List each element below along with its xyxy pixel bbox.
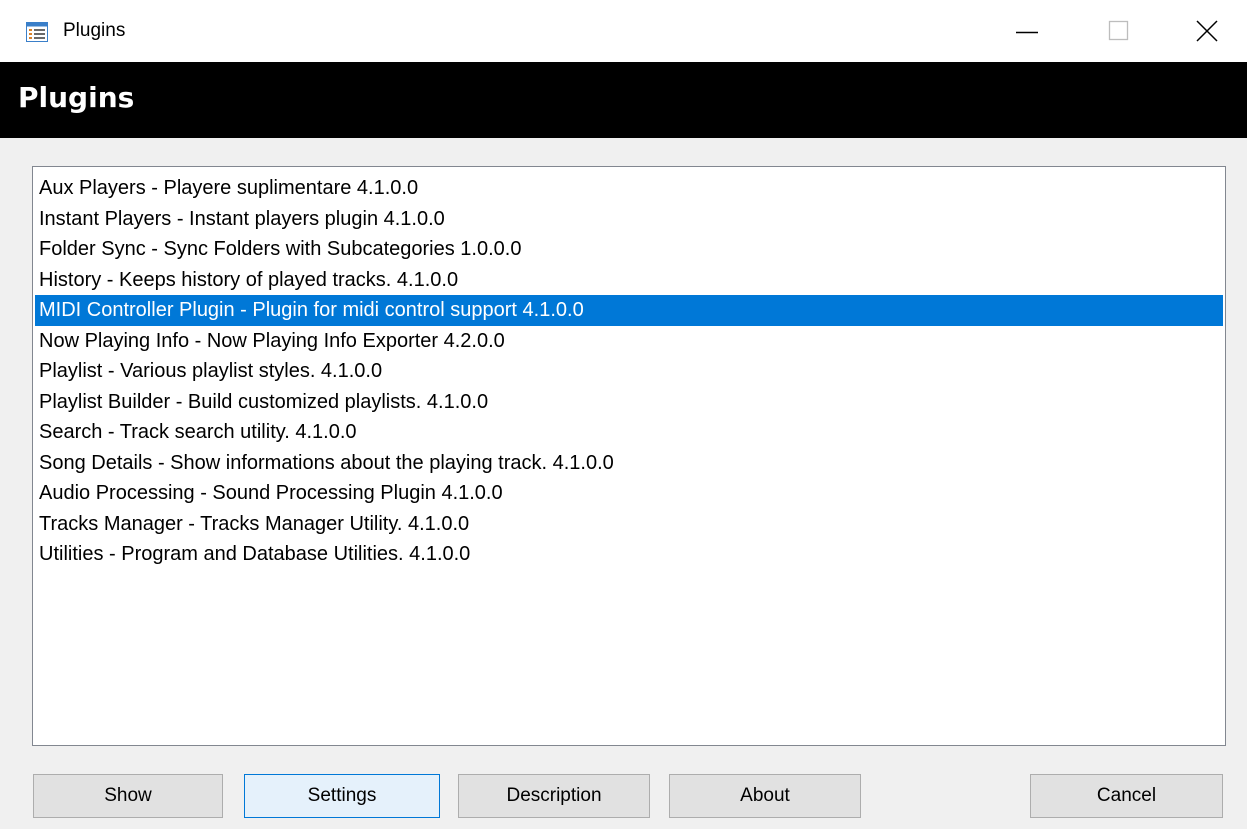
- show-button[interactable]: Show: [33, 774, 223, 818]
- plugin-list-item[interactable]: Aux Players - Playere suplimentare 4.1.0…: [35, 173, 1223, 204]
- list-window-icon: [26, 22, 48, 42]
- plugin-list-item[interactable]: Playlist - Various playlist styles. 4.1.…: [35, 356, 1223, 387]
- plugin-list-item[interactable]: Search - Track search utility. 4.1.0.0: [35, 417, 1223, 448]
- plugin-list[interactable]: Aux Players - Playere suplimentare 4.1.0…: [32, 166, 1226, 746]
- plugin-list-item[interactable]: Utilities - Program and Database Utiliti…: [35, 539, 1223, 570]
- minimize-button[interactable]: [987, 0, 1067, 62]
- plugin-list-item[interactable]: Song Details - Show informations about t…: [35, 448, 1223, 479]
- about-button[interactable]: About: [669, 774, 861, 818]
- plugin-list-item[interactable]: Instant Players - Instant players plugin…: [35, 204, 1223, 235]
- plugin-list-item[interactable]: Audio Processing - Sound Processing Plug…: [35, 478, 1223, 509]
- plugin-list-item[interactable]: Folder Sync - Sync Folders with Subcateg…: [35, 234, 1223, 265]
- maximize-button[interactable]: [1079, 0, 1159, 62]
- close-icon: [1196, 20, 1218, 42]
- maximize-icon: [1108, 20, 1129, 41]
- plugin-list-item[interactable]: History - Keeps history of played tracks…: [35, 265, 1223, 296]
- title-bar[interactable]: Plugins: [0, 0, 1247, 62]
- description-button[interactable]: Description: [458, 774, 650, 818]
- window-title: Plugins: [63, 20, 126, 41]
- page-title: Plugins: [18, 81, 135, 114]
- page-header: Plugins: [0, 62, 1247, 138]
- cancel-button[interactable]: Cancel: [1030, 774, 1223, 818]
- plugin-list-item[interactable]: MIDI Controller Plugin - Plugin for midi…: [35, 295, 1223, 326]
- settings-button[interactable]: Settings: [244, 774, 440, 818]
- plugin-list-item[interactable]: Tracks Manager - Tracks Manager Utility.…: [35, 509, 1223, 540]
- close-button[interactable]: [1167, 0, 1247, 62]
- minimize-icon: [1016, 31, 1038, 34]
- plugin-list-item[interactable]: Playlist Builder - Build customized play…: [35, 387, 1223, 418]
- plugin-list-item[interactable]: Now Playing Info - Now Playing Info Expo…: [35, 326, 1223, 357]
